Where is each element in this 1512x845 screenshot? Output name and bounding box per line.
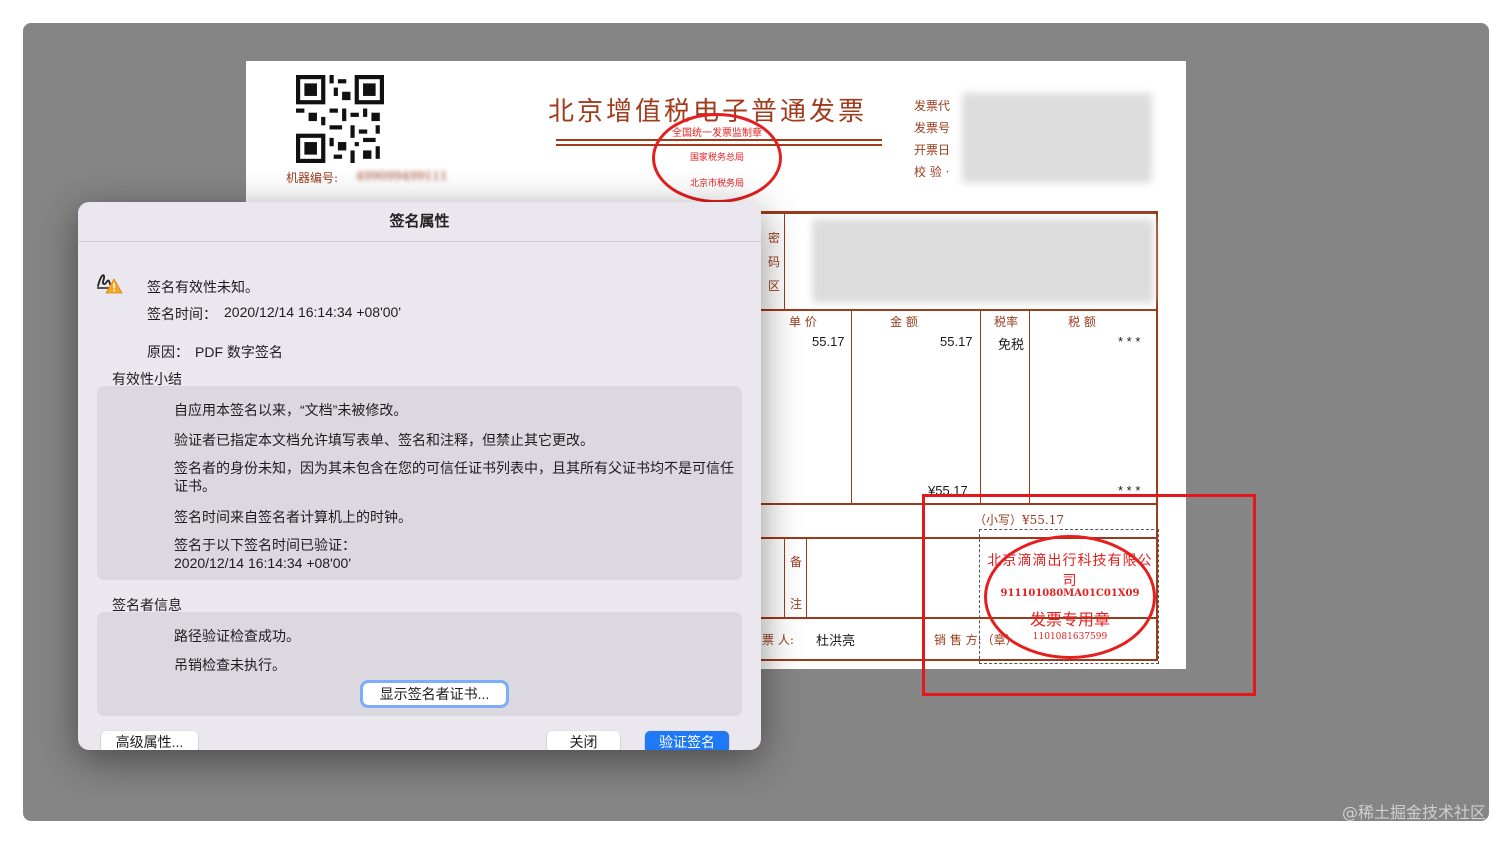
unit-price-value: 55.17	[812, 334, 845, 349]
col-tax-rate: 税率	[994, 315, 1019, 329]
password-label-1: 密	[768, 231, 781, 245]
redacted-password-area	[812, 219, 1154, 303]
amount-value: 55.17	[940, 334, 973, 349]
machine-number-label: 机器编号:	[286, 171, 339, 185]
validity-summary-group: 自应用本签名以来，“文档”未被修改。 验证者已指定本文档允许填写表单、签名和注释…	[97, 386, 742, 580]
remark-label-2: 注	[790, 597, 803, 611]
validity-item: 签名时间来自签名者计算机上的时钟。	[174, 509, 412, 525]
signature-properties-dialog: 签名属性 签名有效性未知。 签名时间： 2020/12/14 16:14:34 …	[78, 202, 761, 750]
password-label-2: 码	[768, 255, 781, 269]
validity-item: 签名于以下签名时间已验证： 2020/12/14 16:14:34 +08'00…	[174, 537, 356, 571]
remark-label-1: 备	[790, 555, 803, 569]
dialog-title: 签名属性	[389, 213, 450, 230]
stamp-bottom-text: 北京市税务局	[689, 179, 744, 189]
close-button[interactable]: 关闭	[547, 731, 620, 750]
signature-warning-icon	[97, 274, 123, 294]
validity-item: 自应用本签名以来，“文档”未被修改。	[174, 402, 408, 418]
signer-item: 吊销检查未执行。	[174, 657, 286, 673]
machine-number-value: 499099499111	[356, 169, 448, 183]
watermark: @稀土掘金技术社区	[1341, 803, 1486, 822]
tax-value: * * *	[1118, 334, 1141, 349]
highlight-rectangle	[922, 494, 1256, 696]
password-label-3: 区	[768, 279, 781, 293]
official-stamp: 全国统一发票监制章 国家税务总局 北京市税务局	[652, 113, 782, 203]
advanced-properties-button[interactable]: 高级属性...	[101, 731, 198, 750]
meta-label-date: 开票日	[914, 143, 951, 157]
payee-label: 票 人:	[762, 633, 794, 647]
reason-value: PDF 数字签名	[195, 344, 283, 360]
col-unit-price: 单 价	[789, 315, 817, 329]
stamp-outer-text: 全国统一发票监制章	[672, 128, 762, 139]
validity-item: 验证者已指定本文档允许填写表单、签名和注释，但禁止其它更改。	[174, 432, 594, 448]
redacted-meta	[962, 93, 1152, 183]
signing-time-label: 签名时间：	[147, 306, 217, 322]
signer-item: 路径验证检查成功。	[174, 628, 300, 644]
meta-label-check: 校 验 ·	[914, 165, 950, 179]
stamp-middle-text: 国家税务总局	[689, 153, 744, 163]
verify-signature-button[interactable]: 验证签名	[645, 731, 729, 750]
qr-code-icon	[296, 75, 384, 163]
signature-status: 签名有效性未知。	[147, 279, 259, 295]
tax-rate-value: 免税	[998, 337, 1025, 352]
signing-time-value: 2020/12/14 16:14:34 +08'00'	[224, 304, 402, 320]
meta-label-number: 发票号	[914, 121, 951, 135]
reason-label: 原因：	[147, 344, 189, 360]
payee-name: 杜洪亮	[816, 633, 856, 648]
title-separator	[78, 241, 761, 242]
validity-item: 签名者的身份未知，因为其未包含在您的可信任证书列表中，且其所有父证书均不是可信任…	[174, 460, 734, 494]
col-tax: 税 额	[1068, 315, 1096, 329]
meta-label-code: 发票代	[914, 99, 951, 113]
show-signer-certificate-button[interactable]: 显示签名者证书...	[360, 680, 509, 708]
col-amount: 金 额	[890, 315, 918, 329]
